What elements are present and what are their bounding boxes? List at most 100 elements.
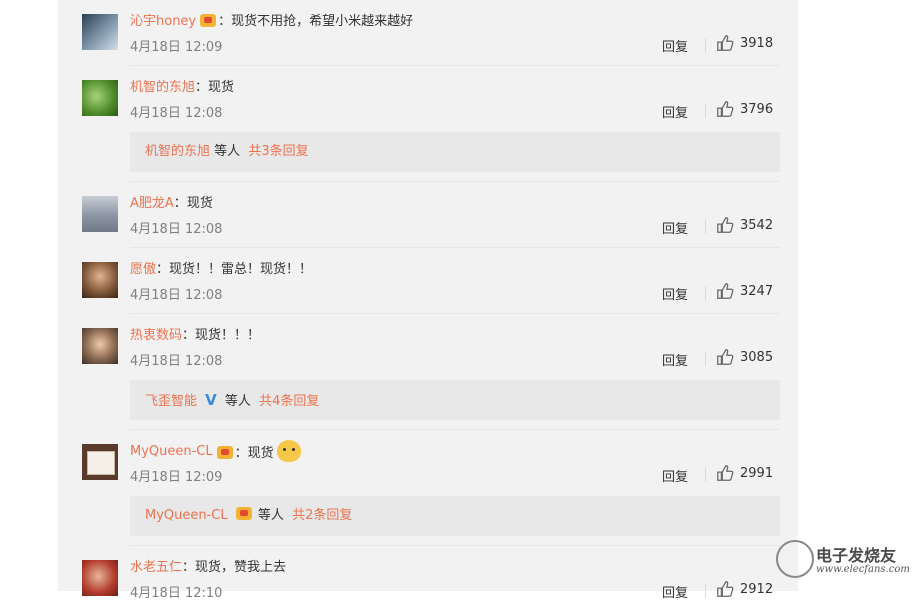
thumbs-up-icon — [717, 217, 734, 233]
comment-item: 机智的东旭 ： 现货 4月18日 12:08 回复 3796 — [80, 66, 780, 132]
comment-content: A肥龙A ： 现货 — [130, 192, 213, 211]
commenter-name[interactable]: 热衷数码 — [130, 324, 182, 343]
comment-text: 现货 — [247, 445, 274, 461]
comment-time: 4月18日 12:09 — [130, 470, 223, 485]
like-count: 3085 — [740, 349, 774, 365]
commenter-name[interactable]: 机智的东旭 — [130, 76, 195, 95]
sub-replies-summary[interactable]: MyQueen-CL 等人 共2条回复 — [130, 496, 780, 536]
thumbs-up-icon — [717, 35, 734, 51]
like-button[interactable]: 3247 — [716, 282, 773, 300]
cat-emoji-icon — [276, 440, 301, 462]
like-button[interactable]: 3918 — [716, 34, 773, 52]
divider — [705, 104, 706, 118]
divider — [705, 352, 706, 366]
comment-text: 现货 — [208, 80, 235, 95]
watermark-title: 电子发烧友 — [816, 546, 897, 565]
colon: ： — [218, 14, 232, 29]
comment-item: 水老五仁 ： 现货，赞我上去 4月18日 12:10 回复 2912 — [80, 546, 780, 612]
comment-content: 机智的东旭 ： 现货 — [130, 76, 234, 95]
sub-replies-summary[interactable]: 机智的东旭 等人 共3条回复 — [130, 132, 780, 172]
sub-reply-count[interactable]: 共4条回复 — [259, 394, 319, 409]
comment-time: 4月18日 12:08 — [130, 354, 223, 369]
commenter-name[interactable]: 愿傲 — [130, 258, 156, 277]
member-badge-icon — [200, 14, 217, 27]
colon: ： — [156, 262, 170, 277]
reply-button[interactable]: 回复 — [662, 284, 688, 303]
avatar[interactable] — [82, 80, 118, 116]
sub-reply-mid: 等人 — [224, 394, 251, 409]
commenter-name[interactable]: A肥龙A — [130, 192, 174, 211]
comment-time: 4月18日 12:08 — [130, 288, 223, 303]
colon: ： — [234, 445, 248, 461]
sub-reply-count[interactable]: 共3条回复 — [248, 144, 308, 159]
member-badge-icon — [235, 507, 252, 520]
divider — [705, 38, 706, 52]
watermark: 电子发烧友 www.elecfans.com — [776, 540, 916, 580]
comment-item: 愿傲 ： 现货！！雷总！现货！！ 4月18日 12:08 回复 3247 — [80, 248, 780, 314]
reply-button[interactable]: 回复 — [662, 102, 688, 121]
divider — [705, 286, 706, 300]
colon: ： — [182, 560, 196, 575]
avatar[interactable] — [82, 14, 118, 50]
like-button[interactable]: 2912 — [716, 580, 773, 598]
comment-text: 现货！！雷总！现货！！ — [169, 262, 313, 277]
like-button[interactable]: 3085 — [716, 348, 773, 366]
comment-content: 沁宇honey ： 现货不用抢，希望小米越来越好 — [130, 10, 413, 29]
avatar[interactable] — [82, 262, 118, 298]
comment-item: MyQueen-CL ： 现货 4月18日 12:09 回复 2991 — [80, 430, 780, 496]
elecfans-logo-icon — [776, 540, 814, 578]
comment-time: 4月18日 12:09 — [130, 40, 223, 55]
thumbs-up-icon — [717, 581, 734, 597]
reply-button[interactable]: 回复 — [662, 582, 688, 601]
sub-reply-name[interactable]: 飞歪智能 — [145, 394, 197, 409]
colon: ： — [182, 328, 196, 343]
commenter-name[interactable]: MyQueen-CL — [130, 444, 213, 459]
avatar[interactable] — [82, 196, 118, 232]
comment-item: 热衷数码 ： 现货！！！ 4月18日 12:08 回复 3085 — [80, 314, 780, 380]
avatar[interactable] — [82, 328, 118, 364]
comment-text: 现货，赞我上去 — [195, 560, 287, 575]
like-count: 2912 — [740, 581, 774, 597]
commenter-name[interactable]: 沁宇honey — [130, 10, 196, 29]
colon: ： — [195, 80, 209, 95]
sub-reply-name[interactable]: MyQueen-CL — [145, 508, 228, 523]
reply-button[interactable]: 回复 — [662, 218, 688, 237]
comment-text: 现货 — [186, 196, 213, 211]
comment-text: 现货不用抢，希望小米越来越好 — [231, 14, 414, 29]
comment-time: 4月18日 12:08 — [130, 106, 223, 121]
comment-content: MyQueen-CL ： 现货 — [130, 440, 301, 462]
divider — [705, 220, 706, 234]
thumbs-up-icon — [717, 283, 734, 299]
sub-replies-summary[interactable]: 飞歪智能 V 等人 共4条回复 — [130, 380, 780, 420]
like-button[interactable]: 2991 — [716, 464, 773, 482]
comment-text: 现货！！！ — [195, 328, 261, 343]
divider — [705, 584, 706, 598]
like-count: 2991 — [740, 465, 774, 481]
verified-v-icon: V — [205, 391, 217, 409]
reply-button[interactable]: 回复 — [662, 350, 688, 369]
comment-content: 热衷数码 ： 现货！！！ — [130, 324, 260, 343]
member-badge-icon — [216, 445, 233, 459]
avatar[interactable] — [82, 444, 118, 480]
like-count: 3542 — [740, 217, 774, 233]
reply-button[interactable]: 回复 — [662, 36, 688, 55]
like-button[interactable]: 3542 — [716, 216, 773, 234]
comment-item: A肥龙A ： 现货 4月18日 12:08 回复 3542 — [80, 182, 780, 248]
commenter-name[interactable]: 水老五仁 — [130, 556, 182, 575]
like-count: 3918 — [740, 35, 774, 51]
sub-reply-name[interactable]: 机智的东旭 — [145, 144, 210, 159]
sub-reply-mid: 等人 — [214, 144, 241, 159]
divider — [705, 468, 706, 482]
reply-button[interactable]: 回复 — [662, 466, 688, 485]
thumbs-up-icon — [717, 465, 734, 481]
like-count: 3796 — [740, 101, 774, 117]
watermark-url: www.elecfans.com — [816, 564, 910, 575]
like-button[interactable]: 3796 — [716, 100, 773, 118]
comment-content: 愿傲 ： 现货！！雷总！现货！！ — [130, 258, 312, 277]
comment-list: 沁宇honey ： 现货不用抢，希望小米越来越好 4月18日 12:09 回复 … — [80, 0, 780, 612]
comment-time: 4月18日 12:08 — [130, 222, 223, 237]
comment-item: 沁宇honey ： 现货不用抢，希望小米越来越好 4月18日 12:09 回复 … — [80, 0, 780, 66]
comment-time: 4月18日 12:10 — [130, 586, 223, 601]
sub-reply-count[interactable]: 共2条回复 — [292, 508, 352, 523]
comment-content: 水老五仁 ： 现货，赞我上去 — [130, 556, 286, 575]
